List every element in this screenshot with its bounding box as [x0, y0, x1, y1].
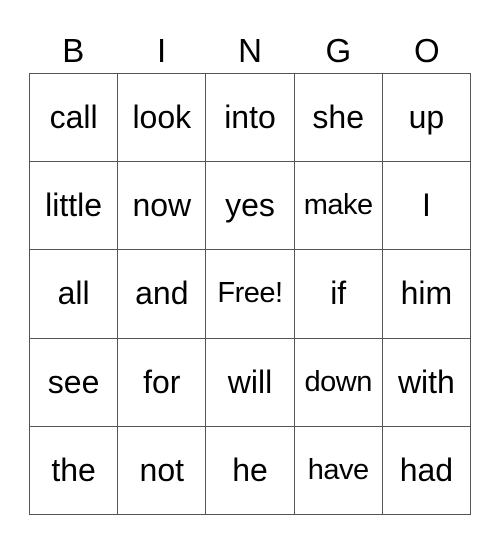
bingo-cell[interactable]: with — [382, 338, 471, 427]
bingo-cell[interactable]: have — [294, 426, 383, 515]
bingo-cell[interactable]: had — [382, 426, 471, 515]
bingo-cell[interactable]: the — [30, 426, 119, 515]
bingo-cell[interactable]: she — [294, 74, 383, 163]
bingo-cell[interactable]: all — [30, 250, 119, 339]
bingo-cell[interactable]: down — [294, 338, 383, 427]
bingo-cell[interactable]: now — [118, 162, 207, 251]
bingo-cell[interactable]: for — [118, 338, 207, 427]
bingo-cell[interactable]: into — [206, 74, 295, 163]
header-letter-g: G — [325, 32, 352, 69]
bingo-cell[interactable]: call — [30, 74, 119, 163]
free-space-cell[interactable]: Free! — [206, 250, 295, 339]
header-letter-b: B — [62, 32, 85, 69]
bingo-cell[interactable]: little — [30, 162, 119, 251]
bingo-cell[interactable]: yes — [206, 162, 295, 251]
bingo-cell[interactable]: look — [118, 74, 207, 163]
bingo-cell[interactable]: make — [294, 162, 383, 251]
bingo-cell[interactable]: up — [382, 74, 471, 163]
bingo-cell[interactable]: he — [206, 426, 295, 515]
bingo-cell[interactable]: and — [118, 250, 207, 339]
bingo-cell[interactable]: see — [30, 338, 119, 427]
bingo-cell[interactable]: I — [382, 162, 471, 251]
bingo-cell[interactable]: will — [206, 338, 295, 427]
header-letter-n: N — [238, 32, 262, 69]
header-letter-i: I — [157, 32, 167, 69]
bingo-cell[interactable]: him — [382, 250, 471, 339]
bingo-grid: call look into she up little now yes mak… — [29, 73, 471, 515]
bingo-header: B I N G O — [29, 30, 471, 72]
header-letter-o: O — [413, 32, 440, 69]
bingo-cell[interactable]: if — [294, 250, 383, 339]
bingo-cell[interactable]: not — [118, 426, 207, 515]
